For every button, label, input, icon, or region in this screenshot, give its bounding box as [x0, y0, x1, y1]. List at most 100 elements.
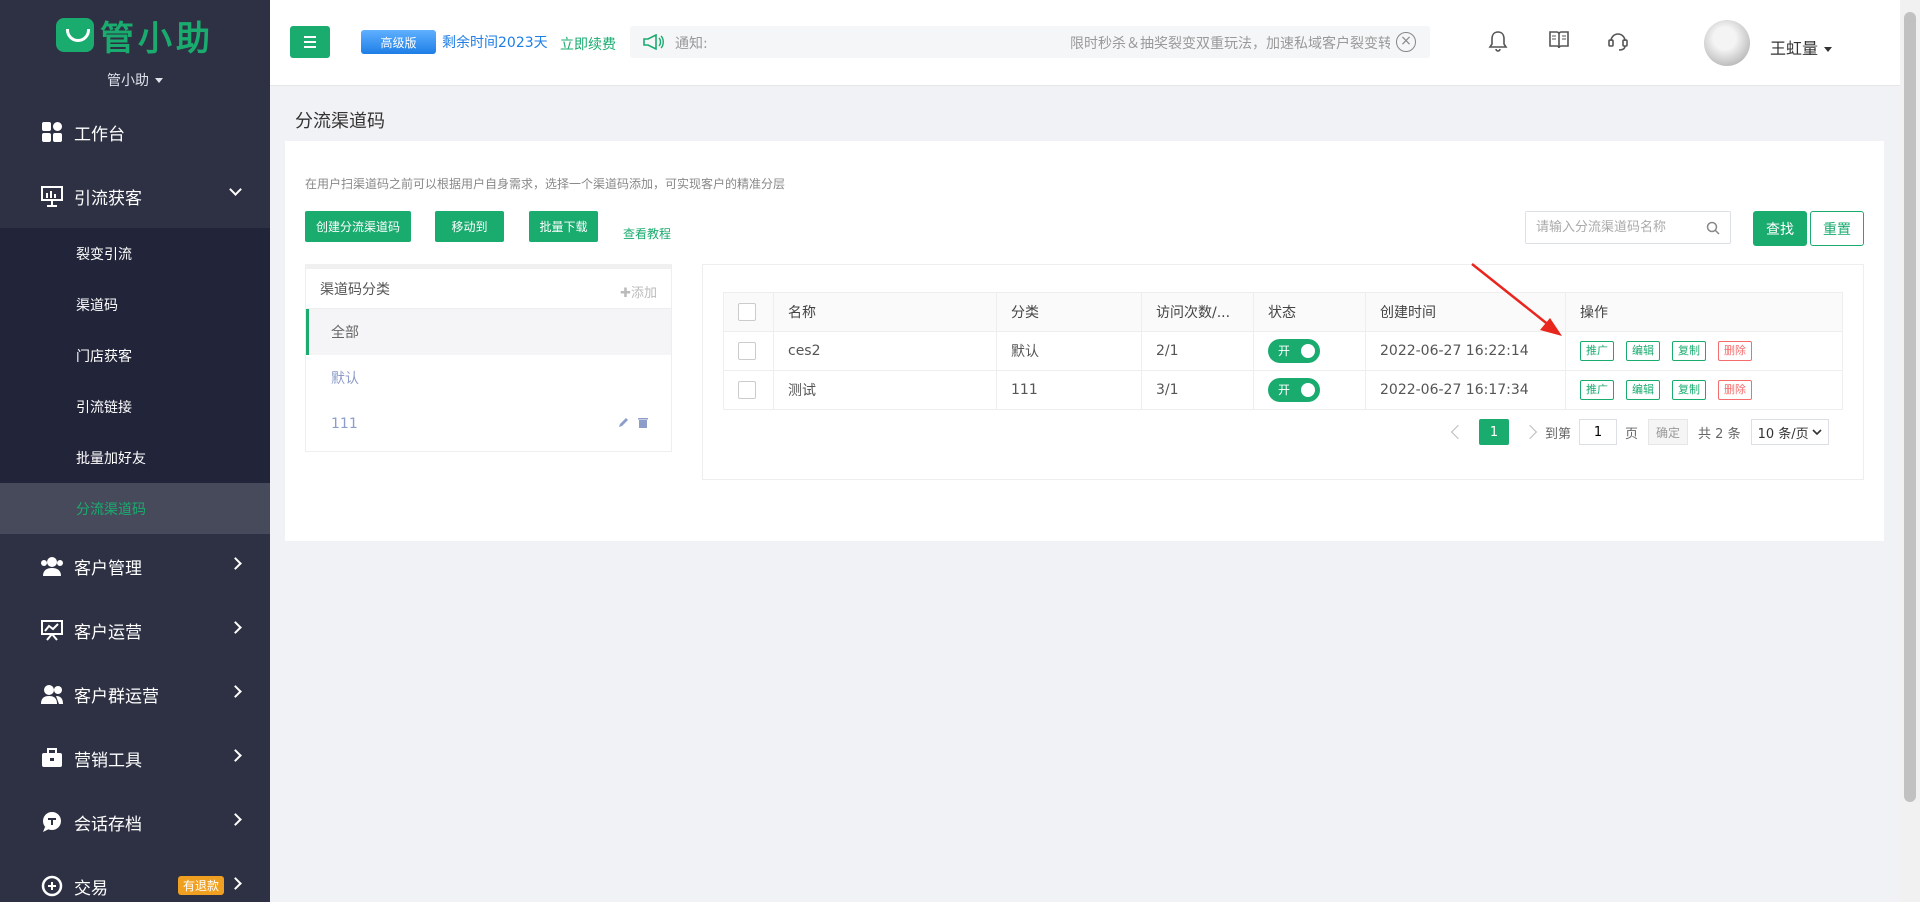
category-item-111[interactable]: 111 [306, 401, 671, 447]
main-panel: 在用户扫渠道码之前可以根据用户自身需求，选择一个渠道码添加，可实现客户的精准分层… [285, 141, 1884, 541]
promote-button[interactable]: 推广 [1580, 341, 1614, 361]
status-toggle[interactable]: 开 [1268, 339, 1320, 363]
edit-icon[interactable] [617, 417, 629, 433]
close-icon[interactable]: × [1396, 32, 1416, 52]
column-header-category[interactable]: 分类 [996, 292, 1142, 332]
sub-item-store[interactable]: 门店获客 [0, 330, 270, 381]
board-icon [40, 618, 64, 642]
nav-label: 引流获客 [74, 188, 142, 209]
nav-item-workbench[interactable]: 工作台 [0, 100, 270, 164]
nav-label: 客户运营 [74, 622, 142, 643]
prev-page-icon[interactable] [1450, 424, 1466, 440]
delete-button[interactable]: 删除 [1718, 341, 1752, 361]
support-icon[interactable] [1607, 30, 1631, 54]
sub-item-split-channel[interactable]: 分流渠道码 [0, 483, 270, 534]
notice-message[interactable]: 限时秒杀＆抽奖裂变双重玩法，加速私域客户裂变转化 [1070, 33, 1390, 53]
search-icon[interactable] [1706, 221, 1720, 239]
nav-item-chat-archive[interactable]: 会话存档 [0, 790, 270, 854]
create-split-code-button[interactable]: 创建分流渠道码 [305, 211, 411, 242]
edit-button[interactable]: 编辑 [1626, 380, 1660, 400]
category-item-default[interactable]: 默认 [306, 355, 671, 401]
next-page-icon[interactable] [1522, 424, 1538, 440]
chevron-right-icon [229, 749, 242, 762]
avatar[interactable] [1704, 20, 1750, 66]
column-header-name[interactable]: 名称 [773, 292, 997, 332]
channel-code-table: 名称 分类 访问次数/... 状态 创建时间 操作 ces2 默认 2/1 开 … [723, 292, 1843, 410]
goto-label: 到第 [1545, 426, 1572, 442]
current-page[interactable]: 1 [1479, 419, 1509, 445]
page-jump-input[interactable] [1579, 419, 1618, 445]
menu-toggle-button[interactable] [290, 26, 330, 58]
username: 王虹量 [1770, 39, 1819, 58]
promote-button[interactable]: 推广 [1580, 380, 1614, 400]
search-button[interactable]: 查找 [1753, 211, 1807, 246]
chevron-right-icon [229, 621, 242, 634]
trade-icon [40, 874, 64, 898]
category-panel: 渠道码分类 ✚添加 全部 默认 111 [305, 264, 672, 452]
nav-label: 会话存档 [74, 814, 142, 835]
cell-visits: 3/1 [1141, 370, 1254, 410]
account-switcher[interactable]: 管小助 [107, 70, 163, 90]
nav-item-traffic[interactable]: 引流获客 [0, 164, 270, 228]
cell-name: 测试 [773, 370, 997, 410]
page-size-select[interactable]: 10 条/页 [1750, 419, 1829, 445]
category-item-all[interactable]: 全部 [306, 309, 671, 355]
nav-label: 交易 [74, 878, 108, 899]
column-header-status[interactable]: 状态 [1253, 292, 1366, 332]
renew-link[interactable]: 立即续费 [560, 34, 616, 54]
sub-item-channel-code[interactable]: 渠道码 [0, 279, 270, 330]
confirm-page-button[interactable]: 确定 [1648, 419, 1689, 445]
nav-label: 客户管理 [74, 558, 142, 579]
row-select-cell [723, 331, 774, 371]
tutorial-link[interactable]: 查看教程 [623, 225, 671, 242]
add-category-button[interactable]: ✚添加 [620, 282, 657, 301]
row-checkbox[interactable] [738, 381, 756, 399]
search-field[interactable] [1525, 211, 1731, 244]
nav-item-group-ops[interactable]: 客户群运营 [0, 662, 270, 726]
cell-actions: 推广 编辑 复制 删除 [1565, 370, 1843, 410]
sub-item-batch-add[interactable]: 批量加好友 [0, 432, 270, 483]
sub-item-fission[interactable]: 裂变引流 [0, 228, 270, 279]
grid-icon [40, 120, 64, 144]
table-row: ces2 默认 2/1 开 2022-06-27 16:22:14 推广 编辑 复制… [723, 331, 1843, 371]
row-checkbox[interactable] [738, 342, 756, 360]
user-menu[interactable]: 王虹量 [1770, 35, 1833, 59]
search-input[interactable] [1526, 212, 1696, 243]
copy-button[interactable]: 复制 [1672, 341, 1706, 361]
refund-badge: 有退款 [178, 876, 225, 895]
submenu-traffic: 裂变引流 渠道码 门店获客 引流链接 批量加好友 分流渠道码 [0, 228, 270, 534]
page-tip: 在用户扫渠道码之前可以根据用户自身需求，选择一个渠道码添加，可实现客户的精准分层 [305, 177, 786, 191]
page-size-value: 10 条/页 [1757, 426, 1809, 442]
nav-item-operations[interactable]: 客户运营 [0, 598, 270, 662]
category-header-title: 渠道码分类 [320, 281, 390, 298]
chevron-right-icon [229, 685, 242, 698]
scrollbar-thumb[interactable] [1904, 12, 1916, 802]
bell-icon[interactable] [1488, 30, 1512, 54]
column-header-visits[interactable]: 访问次数/... [1141, 292, 1254, 332]
sub-item-link[interactable]: 引流链接 [0, 381, 270, 432]
chevron-down-icon [1812, 429, 1822, 435]
column-header-actions: 操作 [1565, 292, 1843, 332]
status-toggle[interactable]: 开 [1268, 378, 1320, 402]
nav-item-customers[interactable]: 客户管理 [0, 534, 270, 598]
move-to-button[interactable]: 移动到 [435, 211, 504, 242]
notice-label: 通知: [675, 36, 708, 52]
delete-icon[interactable] [637, 417, 649, 433]
nav-item-trade[interactable]: 交易 有退款 [0, 854, 270, 902]
select-all-checkbox[interactable] [738, 303, 756, 321]
logo[interactable]: 管小助 [56, 11, 214, 60]
annotation-arrow [1471, 263, 1562, 336]
delete-button[interactable]: 删除 [1718, 380, 1752, 400]
reset-button[interactable]: 重置 [1810, 211, 1864, 246]
cell-name: ces2 [773, 331, 997, 371]
cell-category: 111 [996, 370, 1142, 410]
copy-button[interactable]: 复制 [1672, 380, 1706, 400]
page-scrollbar[interactable] [1900, 0, 1920, 902]
nav-label: 客户群运营 [74, 686, 159, 707]
edit-button[interactable]: 编辑 [1626, 341, 1660, 361]
chevron-right-icon [229, 877, 242, 890]
briefcase-icon [40, 746, 64, 770]
nav-item-marketing[interactable]: 营销工具 [0, 726, 270, 790]
book-icon[interactable] [1548, 30, 1572, 54]
batch-download-button[interactable]: 批量下载 [529, 211, 598, 242]
